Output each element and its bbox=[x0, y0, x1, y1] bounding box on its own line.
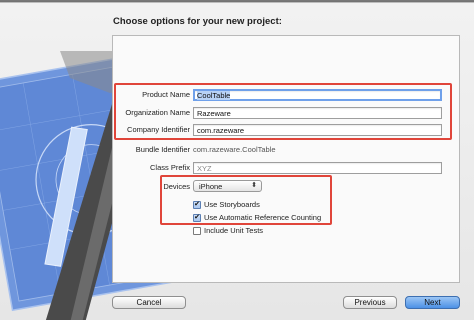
page-title: Choose options for your new project: bbox=[113, 16, 282, 27]
devices-value: iPhone bbox=[199, 182, 223, 191]
product-name-value: CoolTable bbox=[197, 91, 231, 100]
empty-checkbox-icon bbox=[193, 226, 201, 235]
use-arc-checkbox[interactable]: ✔ Use Automatic Reference Counting bbox=[193, 212, 321, 223]
options-panel bbox=[112, 35, 460, 283]
class-prefix-field[interactable]: XYZ bbox=[193, 162, 442, 174]
organization-name-row: Organization Name Razeware bbox=[0, 106, 474, 120]
product-name-label: Product Name bbox=[142, 90, 190, 99]
company-identifier-label: Company Identifier bbox=[127, 125, 190, 134]
include-unit-tests-label: Include Unit Tests bbox=[204, 226, 264, 235]
organization-name-label: Organization Name bbox=[125, 108, 190, 117]
new-project-sheet: Choose options for your new project: Pro… bbox=[0, 2, 474, 320]
use-arc-label: Use Automatic Reference Counting bbox=[204, 213, 322, 222]
company-identifier-field[interactable]: com.razeware bbox=[193, 124, 442, 136]
devices-label: Devices bbox=[163, 182, 190, 191]
class-prefix-label: Class Prefix bbox=[149, 163, 190, 172]
use-storyboards-label: Use Storyboards bbox=[204, 200, 260, 209]
cancel-button[interactable]: Cancel bbox=[112, 296, 186, 309]
use-storyboards-checkbox[interactable]: ✔ Use Storyboards bbox=[193, 199, 260, 210]
devices-select[interactable]: iPhone ⬍ bbox=[193, 180, 262, 192]
bundle-identifier-row: Bundle Identifier com.razeware.CoolTable bbox=[0, 143, 474, 157]
class-prefix-placeholder: XYZ bbox=[197, 164, 212, 173]
class-prefix-row: Class Prefix XYZ bbox=[0, 161, 474, 175]
organization-name-value: Razeware bbox=[197, 109, 231, 118]
checkmark-icon: ✔ bbox=[193, 200, 201, 209]
bundle-identifier-label: Bundle Identifier bbox=[135, 145, 190, 154]
bundle-identifier-value: com.razeware.CoolTable bbox=[193, 145, 276, 154]
checkmark-icon: ✔ bbox=[193, 213, 201, 222]
include-unit-tests-checkbox[interactable]: Include Unit Tests bbox=[193, 225, 263, 236]
next-button[interactable]: Next bbox=[405, 296, 460, 309]
select-arrows-icon: ⬍ bbox=[251, 182, 257, 189]
organization-name-field[interactable]: Razeware bbox=[193, 107, 442, 119]
product-name-row: Product Name CoolTable bbox=[0, 88, 474, 102]
company-identifier-value: com.razeware bbox=[197, 126, 245, 135]
company-identifier-row: Company Identifier com.razeware bbox=[0, 123, 474, 137]
previous-button[interactable]: Previous bbox=[343, 296, 397, 309]
devices-row: Devices iPhone ⬍ bbox=[0, 180, 474, 194]
product-name-field[interactable]: CoolTable bbox=[193, 89, 442, 101]
